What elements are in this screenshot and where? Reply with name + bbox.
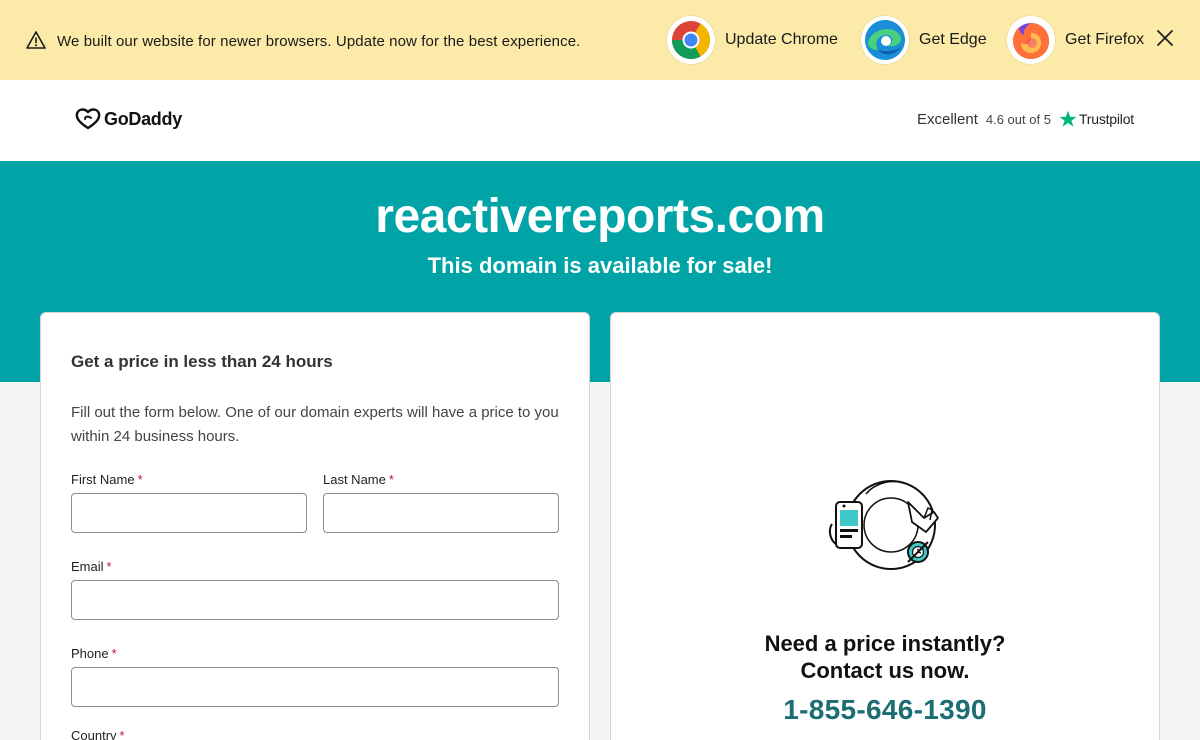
update-chrome-label: Update Chrome bbox=[725, 31, 838, 48]
trustpilot-star-icon bbox=[1059, 110, 1077, 127]
rating-score: 4.6 out of 5 bbox=[985, 111, 1051, 127]
required-mark: * bbox=[388, 472, 394, 487]
phone-label: Phone * bbox=[71, 646, 117, 661]
get-firefox-link[interactable]: Get Firefox bbox=[1007, 16, 1144, 64]
phone-input[interactable] bbox=[71, 667, 559, 707]
domain-name: reactivereports.com bbox=[375, 190, 825, 243]
trustpilot-wordmark: Trustpilot bbox=[1078, 111, 1134, 127]
last-name-input[interactable] bbox=[323, 493, 559, 533]
get-edge-link[interactable]: Get Edge bbox=[861, 16, 987, 64]
required-mark: * bbox=[137, 472, 143, 487]
trustpilot-rating[interactable]: Excellent 4.6 out of 5 Trustpilot bbox=[917, 110, 1134, 128]
required-mark: * bbox=[111, 646, 117, 661]
required-mark: * bbox=[106, 559, 112, 574]
rating-word: Excellent bbox=[917, 110, 978, 128]
firefox-icon bbox=[1007, 16, 1055, 64]
first-name-input[interactable] bbox=[71, 493, 307, 533]
godaddy-wordmark: GoDaddy bbox=[104, 108, 182, 129]
email-input[interactable] bbox=[71, 580, 559, 620]
update-chrome-link[interactable]: Update Chrome bbox=[667, 16, 838, 64]
contact-question-line1: Need a price instantly? bbox=[764, 631, 1006, 656]
required-mark: * bbox=[119, 728, 125, 740]
banner-message: We built our website for newer browsers.… bbox=[57, 33, 581, 50]
contact-phone-link[interactable]: 1-855-646-1390 bbox=[610, 694, 1160, 726]
chrome-icon bbox=[667, 16, 715, 64]
first-name-label: First Name * bbox=[71, 472, 143, 487]
godaddy-heart-icon bbox=[75, 108, 101, 130]
country-label: Country * bbox=[71, 728, 125, 740]
edge-icon bbox=[861, 16, 909, 64]
close-icon[interactable] bbox=[1154, 27, 1176, 49]
email-label: Email * bbox=[71, 559, 112, 574]
phone-clock-illustration-icon bbox=[828, 480, 939, 570]
sale-subtitle: This domain is available for sale! bbox=[427, 253, 773, 278]
contact-question: Need a price instantly? Contact us now. bbox=[610, 630, 1160, 684]
contact-question-line2: Contact us now. bbox=[800, 658, 970, 683]
form-title: Get a price in less than 24 hours bbox=[71, 352, 333, 371]
last-name-label: Last Name * bbox=[323, 472, 394, 487]
godaddy-logo[interactable]: GoDaddy bbox=[75, 107, 182, 131]
get-firefox-label: Get Firefox bbox=[1065, 31, 1145, 48]
get-edge-label: Get Edge bbox=[919, 31, 987, 48]
warning-icon bbox=[26, 31, 46, 49]
form-description: Fill out the form below. One of our doma… bbox=[71, 404, 559, 445]
